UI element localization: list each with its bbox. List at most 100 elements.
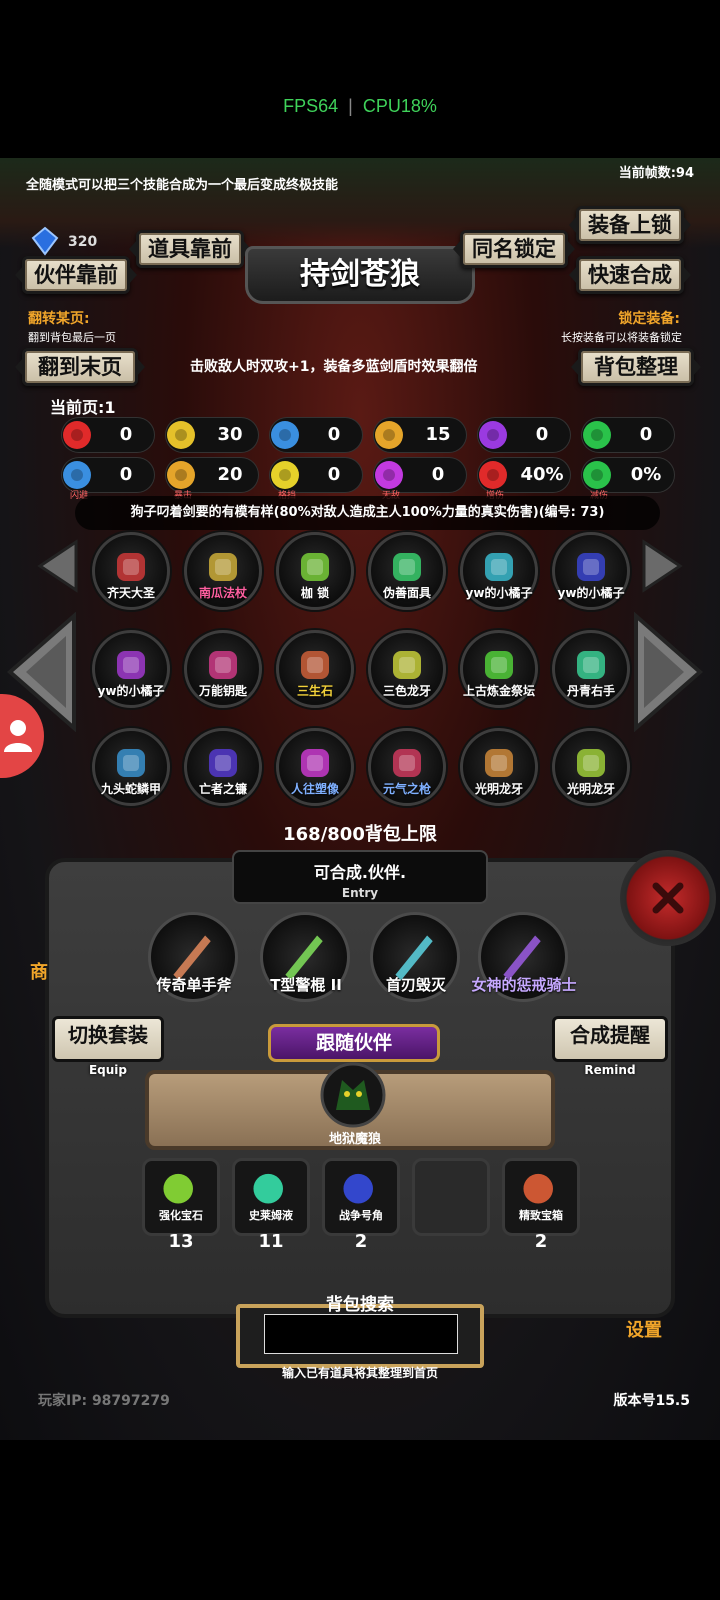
stat-heart: 0 [62, 418, 154, 452]
item-front-button[interactable]: 道具靠前 [129, 230, 251, 268]
stat-value: 0 [639, 424, 653, 445]
strength-icon [167, 421, 195, 449]
stat-value: 30 [217, 424, 243, 445]
stat-value: 0 [119, 464, 133, 485]
item-icon [393, 749, 421, 777]
bag-item-name: 九头蛇鳞甲 [100, 782, 161, 796]
resource-slot[interactable]: 精致宝箱 [502, 1158, 580, 1236]
merge-remind-label: 合成提醒 [570, 1023, 650, 1047]
merge-item-name: 女神的惩戒骑士 [471, 976, 577, 994]
item-icon [393, 651, 421, 679]
item-icon [577, 553, 605, 581]
quick-merge-button[interactable]: 快速合成 [569, 256, 691, 294]
bag-sort-button[interactable]: 背包整理 [571, 348, 701, 386]
bag-item-name: 元气之枪 [382, 782, 431, 796]
bag-item-name: 万能钥匙 [198, 684, 247, 698]
to-last-page-button[interactable]: 翻到末页 [15, 348, 145, 386]
resource-name: 史莱姆液 [249, 1209, 293, 1222]
item-icon [301, 749, 329, 777]
resource-name: 强化宝石 [159, 1209, 203, 1222]
item-icon [577, 749, 605, 777]
entry-box: 可合成.伙伴. Entry [232, 850, 488, 904]
fps-value: FPS64 [283, 96, 339, 116]
same-name-lock-button[interactable]: 同名锁定 [453, 230, 575, 268]
resource-count: 13 [168, 1231, 194, 1252]
stat-helmet: 0 [270, 418, 362, 452]
shop-label[interactable]: 商 [30, 958, 48, 984]
bag-item-name: yw的小橘子 [465, 586, 533, 600]
hell-wolf-icon[interactable] [318, 1062, 388, 1128]
flip-page-desc: 翻到背包最后一页 [28, 331, 116, 344]
helmet-icon [271, 421, 299, 449]
empty-resource-slot[interactable] [412, 1158, 490, 1236]
stat-value: 15 [425, 424, 451, 445]
stat-sword: 15 [374, 418, 466, 452]
close-icon [652, 882, 684, 914]
bag-item-name: 人往塑像 [290, 782, 339, 796]
item-icon [393, 553, 421, 581]
bag-item-name: 上古炼金祭坛 [462, 684, 535, 698]
item-icon [485, 749, 513, 777]
bag-item-name: 亡者之镰 [198, 782, 247, 796]
settings-button[interactable]: 设置 [626, 1316, 662, 1342]
search-input[interactable] [264, 1314, 458, 1354]
stat-damage-up: 40%增伤 [478, 458, 570, 501]
bag-item-name: 三色龙牙 [382, 684, 431, 698]
stat-value: 0 [431, 464, 445, 485]
item-description: 狗子叼着剑要的有模有样(80%对敌人造成主人100%力量的真实伤害)(编号: 7… [75, 496, 660, 530]
current-page-label: 当前页:1 [50, 398, 116, 417]
stat-block: 0格挡 [270, 458, 362, 501]
stat-lightning: 0 [478, 418, 570, 452]
item-icon [485, 553, 513, 581]
game-screen: 全随模式可以把三个技能合成为一个最后变成终极技能 当前帧数:94 320 伙伴靠… [0, 158, 720, 1440]
merge-remind-button[interactable]: 合成提醒 Remind [552, 1016, 668, 1077]
item-icon [301, 553, 329, 581]
item-icon [117, 749, 145, 777]
stat-dodge: 0 闪避 [62, 458, 154, 501]
small-left-arrow-icon[interactable] [36, 538, 80, 594]
lock-equip-desc: 长按装备可以将装备锁定 [561, 331, 682, 344]
bag-item-name: 枷 锁 [300, 586, 330, 600]
item-icon [117, 651, 145, 679]
stat-value: 40% [520, 464, 564, 485]
bag-item-name: 光明龙牙 [474, 782, 523, 796]
item-icon [485, 651, 513, 679]
stat-value: 0 [327, 424, 341, 445]
fps-overlay: FPS64 | CPU18% [0, 96, 720, 117]
switch-set-button[interactable]: 切换套装 Equip [52, 1016, 164, 1077]
resource-name: 战争号角 [339, 1209, 383, 1222]
cpu-value: CPU18% [362, 96, 437, 116]
version-label: 版本号15.5 [613, 1393, 690, 1409]
bag-capacity: 168/800背包上限 [283, 824, 437, 845]
follow-banner: 跟随伙伴 [268, 1024, 440, 1062]
stat-strength: 30 [166, 418, 258, 452]
equip-lock-button[interactable]: 装备上锁 [569, 206, 691, 244]
stat-value: 0 [535, 424, 549, 445]
next-page-arrow-icon[interactable] [632, 612, 704, 732]
stat-clover: 0 [582, 418, 674, 452]
sword-icon [375, 421, 403, 449]
header-tip: 全随模式可以把三个技能合成为一个最后变成终极技能 [26, 178, 339, 193]
bag-item-name: 三生石 [296, 684, 333, 698]
resource-slot[interactable]: 战争号角 [322, 1158, 400, 1236]
diamond-icon [31, 226, 59, 256]
bag-item-name: 丹青右手 [566, 684, 615, 698]
close-button[interactable] [620, 850, 716, 946]
stat-value: 0% [630, 464, 662, 485]
partner-front-button[interactable]: 伙伴靠前 [15, 256, 137, 294]
resource-slot[interactable]: 史莱姆液 [232, 1158, 310, 1236]
item-icon [301, 651, 329, 679]
stat-value: 20 [217, 464, 243, 485]
fps-separator: | [343, 96, 358, 116]
heart-icon [63, 421, 91, 449]
bag-item-name: 光明龙牙 [566, 782, 615, 796]
small-right-arrow-icon[interactable] [640, 538, 684, 594]
player-ip: 玩家IP: 98797279 [38, 1393, 170, 1409]
bag-item-name: 南瓜法杖 [198, 586, 247, 600]
stat-damage-reduce: 0%减伤 [582, 458, 674, 501]
page-title: 持剑苍狼 [245, 246, 475, 304]
lock-equip-title: 锁定装备: [618, 311, 680, 327]
flip-page-title: 翻转某页: [28, 311, 90, 327]
item-icon [117, 553, 145, 581]
resource-slot[interactable]: 强化宝石 [142, 1158, 220, 1236]
